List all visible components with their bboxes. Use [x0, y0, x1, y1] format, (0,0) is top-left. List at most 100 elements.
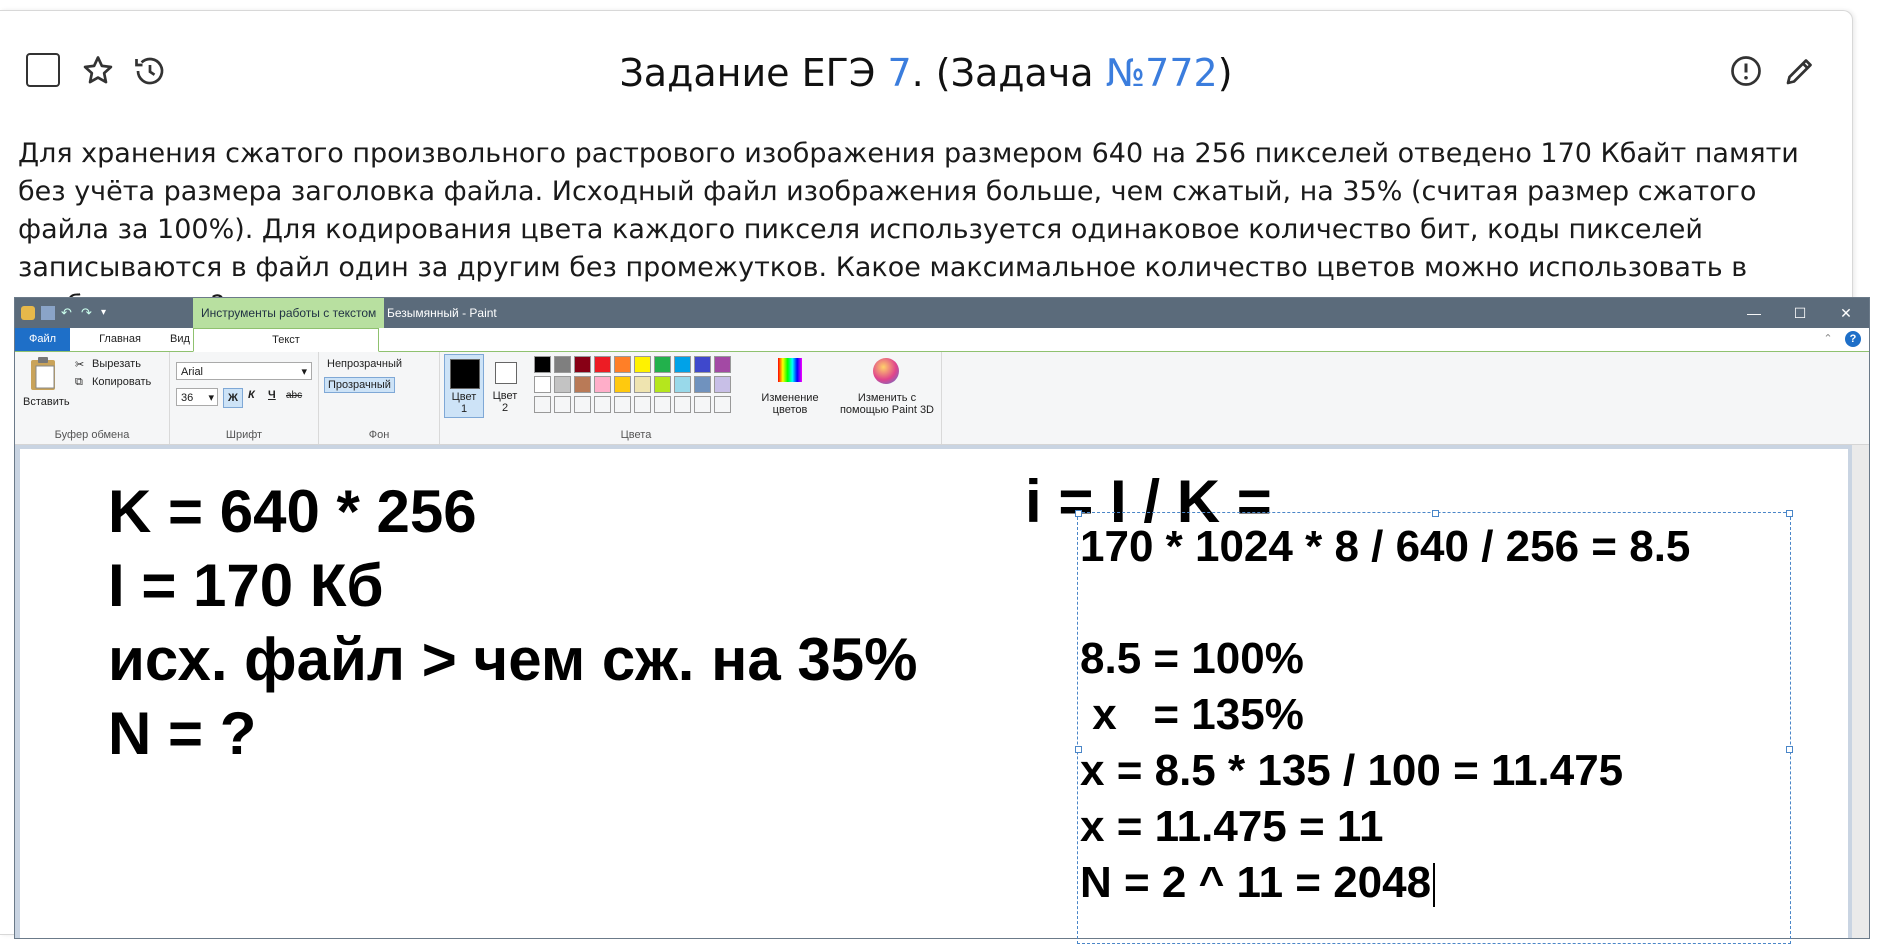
color2-swatch: [495, 362, 517, 384]
calc-line-1: 170 * 1024 * 8 / 640 / 256 = 8.5: [1080, 522, 1691, 571]
report-icon[interactable]: [1728, 53, 1764, 89]
calc-line-4: x = 135%: [1080, 690, 1304, 739]
customize-qat-icon[interactable]: ▾: [101, 306, 115, 320]
paint3d-icon[interactable]: [873, 358, 899, 384]
paint-window: ↶ ↷ ▾ Инструменты работы с текстом Безым…: [14, 297, 1870, 944]
colors-group: Цвет 1 Цвет 2 Изменение цветов Цвета: [440, 352, 832, 444]
color-swatch[interactable]: [694, 356, 711, 373]
clipboard-label: Буфер обмена: [54, 429, 130, 441]
redo-icon[interactable]: ↷: [81, 306, 95, 320]
color-swatch[interactable]: [554, 356, 571, 373]
color-swatch[interactable]: [714, 356, 731, 373]
edit-colors-button[interactable]: Изменение цветов: [750, 392, 830, 416]
transparent-button[interactable]: Прозрачный: [324, 377, 395, 393]
vertical-scrollbar[interactable]: [1852, 445, 1869, 938]
color-swatch[interactable]: [614, 376, 631, 393]
color-swatch[interactable]: [694, 396, 711, 413]
color-swatch[interactable]: [614, 396, 631, 413]
given-line-3: исх. файл > чем сж. на 35%: [108, 626, 918, 693]
calc-line-5: x = 8.5 * 135 / 100 = 11.475: [1080, 746, 1624, 795]
color-swatch[interactable]: [594, 396, 611, 413]
color-swatch[interactable]: [674, 356, 691, 373]
help-icon[interactable]: ?: [1845, 331, 1861, 347]
color-swatch[interactable]: [674, 396, 691, 413]
task-number-link[interactable]: 7: [887, 51, 911, 95]
font-family-select[interactable]: Arial ▾: [176, 362, 312, 380]
color-swatch[interactable]: [634, 376, 651, 393]
edit-colors-icon[interactable]: [778, 358, 802, 382]
color-swatch[interactable]: [674, 376, 691, 393]
color-swatch[interactable]: [594, 376, 611, 393]
canvas-area: K = 640 * 256 I = 170 Кб исх. файл > чем…: [15, 445, 1869, 944]
text-caret: [1433, 863, 1436, 908]
color-swatch[interactable]: [554, 396, 571, 413]
clipboard-group: Вставить ✂ Вырезать ⧉ Копировать Буфер о…: [15, 352, 170, 444]
given-line-4: N = ?: [108, 700, 257, 767]
color2-button[interactable]: Цвет 2: [486, 354, 524, 416]
problem-id-link[interactable]: №772: [1106, 51, 1218, 95]
paint3d-button[interactable]: Изменить с помощью Paint 3D: [833, 392, 941, 416]
calc-line-6: x = 11.475 = 11: [1080, 802, 1384, 851]
color-swatch[interactable]: [694, 376, 711, 393]
color-swatch[interactable]: [654, 356, 671, 373]
minimize-icon[interactable]: —: [1731, 298, 1777, 328]
background-group: Непрозрачный Прозрачный Фон: [319, 352, 440, 444]
color1-swatch: [450, 359, 480, 389]
drawing-canvas[interactable]: K = 640 * 256 I = 170 Кб исх. файл > чем…: [20, 449, 1848, 944]
font-size-select[interactable]: 36 ▾: [176, 388, 218, 406]
color-swatch[interactable]: [654, 376, 671, 393]
edit-pencil-icon[interactable]: [1782, 53, 1818, 89]
opaque-button[interactable]: Непрозрачный: [327, 358, 402, 370]
strikethrough-button[interactable]: abc: [286, 390, 302, 401]
quick-access-toolbar: ↶ ↷ ▾: [21, 305, 115, 321]
color1-label: Цвет 1: [451, 391, 477, 415]
paint-app-icon: [21, 306, 35, 320]
color-swatch[interactable]: [534, 396, 551, 413]
color-swatch[interactable]: [634, 356, 651, 373]
paint-titlebar: ↶ ↷ ▾ Инструменты работы с текстом Безым…: [15, 298, 1869, 328]
color-swatch[interactable]: [714, 376, 731, 393]
undo-icon[interactable]: ↶: [61, 306, 75, 320]
paste-button[interactable]: Вставить: [23, 396, 70, 408]
underline-button[interactable]: Ч: [268, 389, 276, 401]
background-label: Фон: [368, 429, 390, 441]
calc-line-3: 8.5 = 100%: [1080, 634, 1304, 683]
color-swatch[interactable]: [634, 396, 651, 413]
close-icon[interactable]: ✕: [1823, 298, 1869, 328]
given-line-2: I = 170 Кб: [108, 552, 384, 619]
color-swatch[interactable]: [574, 376, 591, 393]
font-group: Arial ▾ 36 ▾ Ж К Ч abc Шрифт: [170, 352, 319, 444]
task-header: Задание ЕГЭ 7. (Задача №772): [0, 11, 1852, 136]
ribbon: Вставить ✂ Вырезать ⧉ Копировать Буфер о…: [15, 352, 1869, 445]
calc-line-7: N = 2 ^ 11 = 2048: [1080, 855, 1436, 911]
paste-icon[interactable]: [29, 356, 59, 392]
colors-label: Цвета: [620, 429, 652, 441]
color-swatch[interactable]: [574, 396, 591, 413]
tab-home[interactable]: Главная: [85, 328, 155, 351]
cut-button[interactable]: Вырезать: [92, 358, 141, 370]
window-title: Безымянный - Paint: [387, 306, 497, 320]
color-swatch[interactable]: [614, 356, 631, 373]
color1-button[interactable]: Цвет 1: [444, 354, 484, 418]
tab-file[interactable]: Файл: [15, 328, 70, 351]
chevron-down-icon: ▾: [301, 366, 307, 378]
copy-button[interactable]: Копировать: [92, 376, 151, 388]
italic-button[interactable]: К: [248, 389, 255, 401]
chevron-down-icon: ▾: [208, 392, 214, 404]
given-line-1: K = 640 * 256: [108, 478, 477, 545]
font-label: Шрифт: [225, 429, 263, 441]
color-swatch[interactable]: [534, 356, 551, 373]
maximize-icon[interactable]: ☐: [1777, 298, 1823, 328]
color-swatch[interactable]: [574, 356, 591, 373]
save-icon[interactable]: [41, 306, 55, 320]
paint3d-group: Изменить с помощью Paint 3D: [833, 352, 942, 444]
color-swatch[interactable]: [594, 356, 611, 373]
tab-text[interactable]: Текст: [193, 328, 379, 352]
context-tab-label: Инструменты работы с текстом: [193, 298, 385, 328]
bold-button[interactable]: Ж: [223, 388, 243, 408]
color-swatch[interactable]: [554, 376, 571, 393]
color-swatch[interactable]: [534, 376, 551, 393]
color-swatch[interactable]: [654, 396, 671, 413]
collapse-ribbon-icon[interactable]: ⌃: [1821, 328, 1835, 351]
color-swatch[interactable]: [714, 396, 731, 413]
